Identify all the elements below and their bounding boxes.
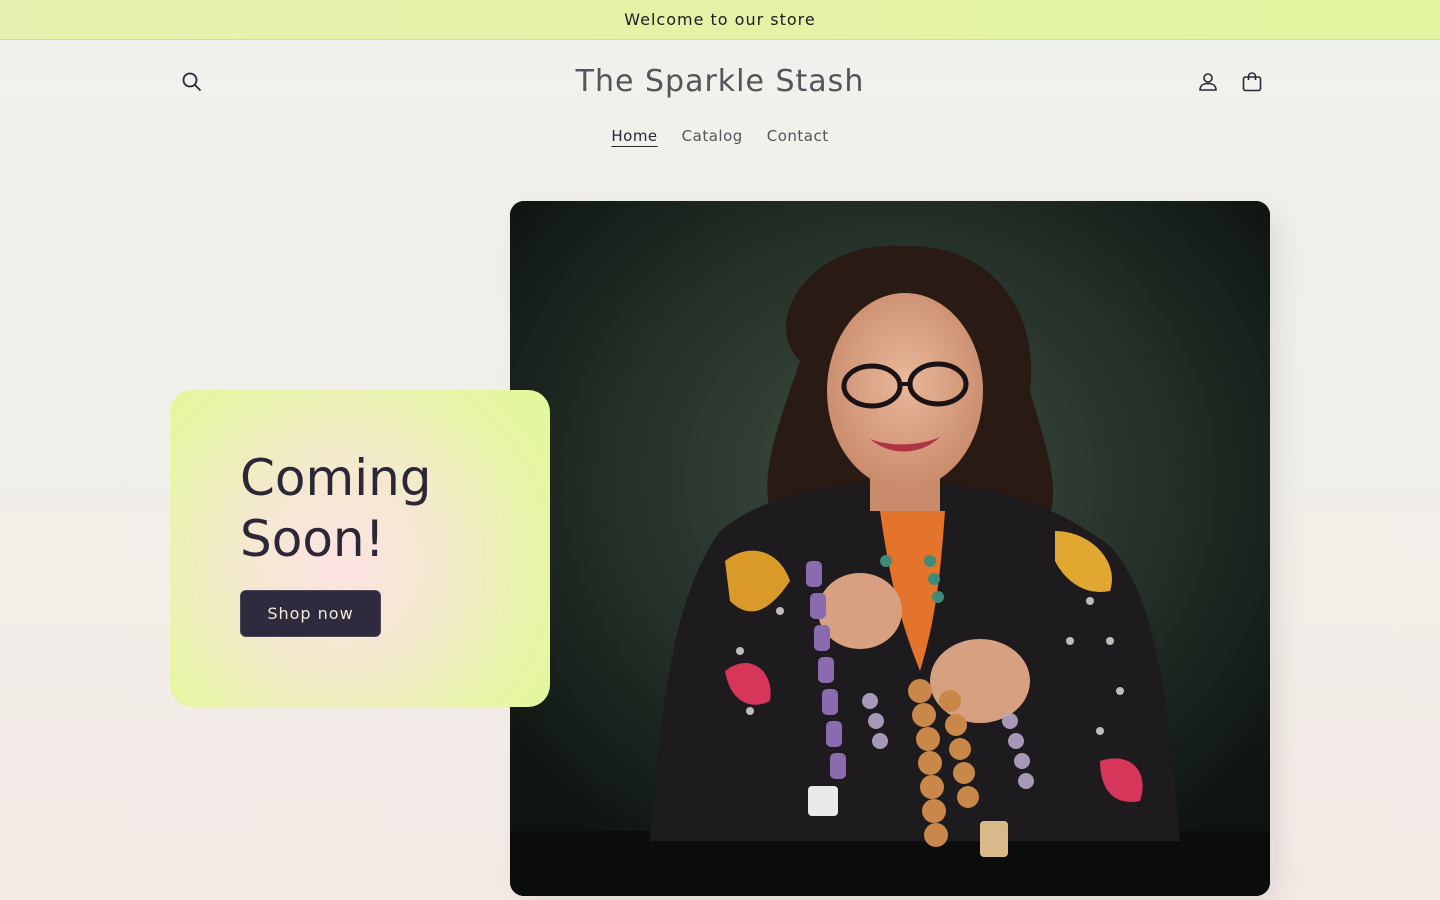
hero-heading-line-2: Soon! xyxy=(240,510,385,568)
nav-item-contact[interactable]: Contact xyxy=(767,120,829,154)
account-button[interactable] xyxy=(1188,62,1228,102)
hero-photo-illustration xyxy=(510,201,1270,896)
search-icon xyxy=(182,72,202,92)
shop-now-button[interactable]: Shop now xyxy=(240,590,381,637)
account-icon xyxy=(1199,73,1217,91)
hero-image xyxy=(510,201,1270,896)
announcement-text: Welcome to our store xyxy=(624,10,816,29)
store-logo[interactable]: The Sparkle Stash xyxy=(470,60,970,104)
nav-item-catalog[interactable]: Catalog xyxy=(682,120,743,154)
cart-icon xyxy=(1242,72,1262,92)
cart-button[interactable] xyxy=(1232,62,1272,102)
hero-heading-line-1: Coming xyxy=(240,449,432,507)
main-nav: Home Catalog Contact xyxy=(0,120,1440,154)
search-button[interactable] xyxy=(172,62,212,102)
hero-heading: Coming Soon! xyxy=(240,448,540,570)
nav-item-home[interactable]: Home xyxy=(611,120,657,154)
announcement-bar: Welcome to our store xyxy=(0,0,1440,40)
